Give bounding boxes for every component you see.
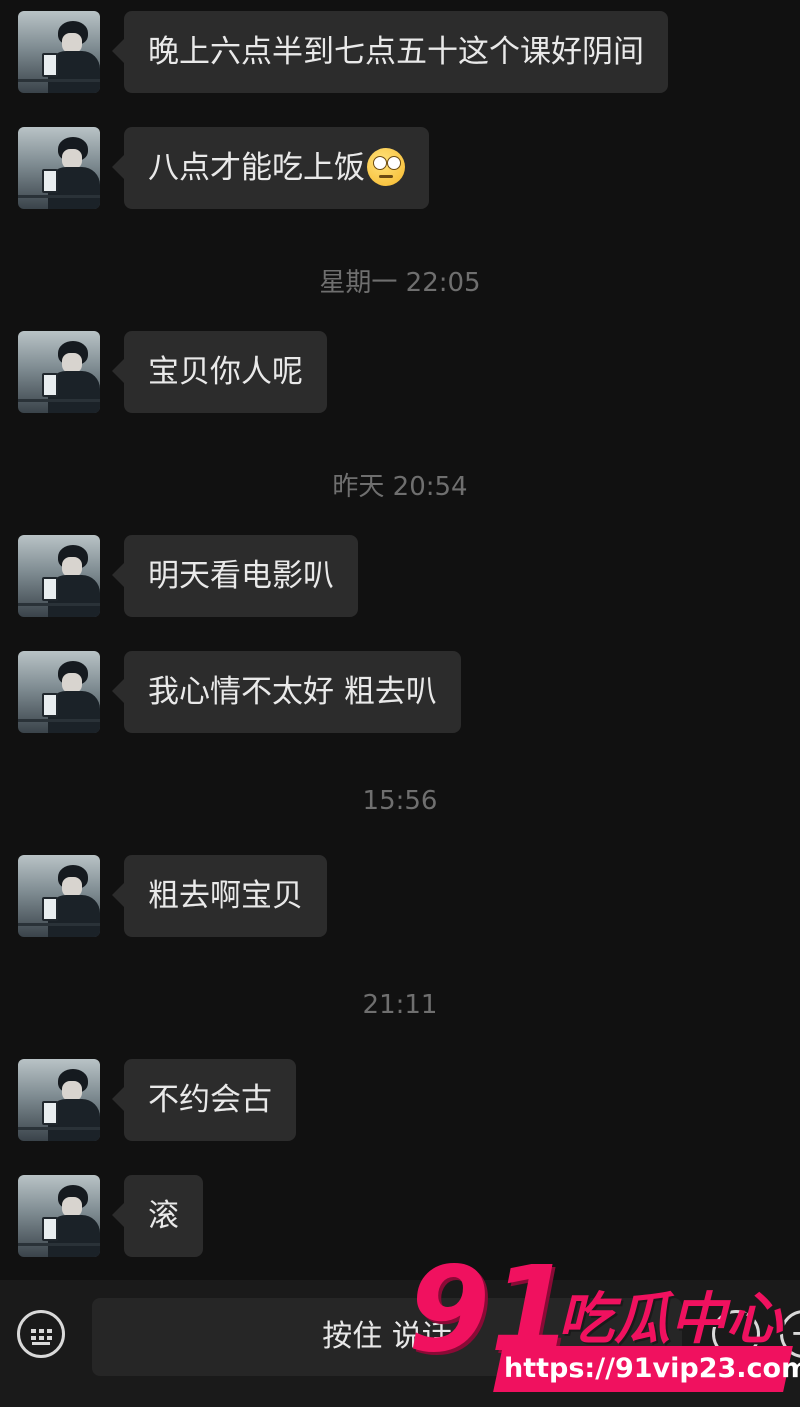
message-bubble[interactable]: 晚上六点半到七点五十这个课好阴间 xyxy=(112,11,668,93)
message-bubble[interactable]: 明天看电影叭 xyxy=(112,535,358,617)
message-text: 八点才能吃上饭 xyxy=(148,150,365,186)
message-text: 滚 xyxy=(148,1198,179,1234)
timestamp: 星期一 22:05 xyxy=(319,268,481,298)
message-bubble[interactable]: 八点才能吃上饭 xyxy=(112,127,429,209)
message-row: 我心情不太好 粗去叭 xyxy=(18,651,461,733)
message-text: 晚上六点半到七点五十这个课好阴间 xyxy=(148,34,644,70)
message-bubble[interactable]: 我心情不太好 粗去叭 xyxy=(112,651,461,733)
keyboard-icon xyxy=(30,1328,52,1340)
rolling-eyes-emoji-icon xyxy=(367,147,405,186)
avatar[interactable] xyxy=(18,651,100,733)
hold-to-talk-button[interactable]: 按住 说话 xyxy=(92,1298,682,1376)
timestamp: 15:56 xyxy=(362,786,438,816)
message-bubble[interactable]: 粗去啊宝贝 xyxy=(112,855,327,937)
message-text: 不约会古 xyxy=(148,1082,272,1118)
message-text: 明天看电影叭 xyxy=(148,558,334,594)
timestamp: 21:11 xyxy=(362,990,438,1020)
message-bubble[interactable]: 不约会古 xyxy=(112,1059,296,1141)
avatar[interactable] xyxy=(18,535,100,617)
avatar[interactable] xyxy=(18,11,100,93)
chat-area[interactable]: 晚上六点半到七点五十这个课好阴间 八点才能吃上饭 星期一 22:05 宝贝你人呢… xyxy=(0,0,800,1280)
message-row: 不约会古 xyxy=(18,1059,296,1141)
avatar[interactable] xyxy=(18,127,100,209)
message-text: 我心情不太好 粗去叭 xyxy=(148,674,437,710)
message-row: 晚上六点半到七点五十这个课好阴间 xyxy=(18,11,668,93)
input-bar: 按住 说话 + xyxy=(0,1280,800,1407)
keyboard-toggle-button[interactable] xyxy=(17,1310,65,1358)
timestamp: 昨天 20:54 xyxy=(332,472,468,502)
avatar[interactable] xyxy=(18,1059,100,1141)
message-row: 宝贝你人呢 xyxy=(18,331,327,413)
avatar[interactable] xyxy=(18,855,100,937)
message-bubble[interactable]: 宝贝你人呢 xyxy=(112,331,327,413)
message-row: 明天看电影叭 xyxy=(18,535,358,617)
avatar[interactable] xyxy=(18,1175,100,1257)
avatar[interactable] xyxy=(18,331,100,413)
plus-button[interactable]: + xyxy=(780,1310,800,1358)
emoji-button[interactable] xyxy=(712,1310,760,1358)
message-row: 滚 xyxy=(18,1175,203,1257)
message-text: 宝贝你人呢 xyxy=(148,354,303,390)
message-text: 粗去啊宝贝 xyxy=(148,878,303,914)
message-row: 八点才能吃上饭 xyxy=(18,127,429,209)
message-bubble[interactable]: 滚 xyxy=(112,1175,203,1257)
message-row: 粗去啊宝贝 xyxy=(18,855,327,937)
